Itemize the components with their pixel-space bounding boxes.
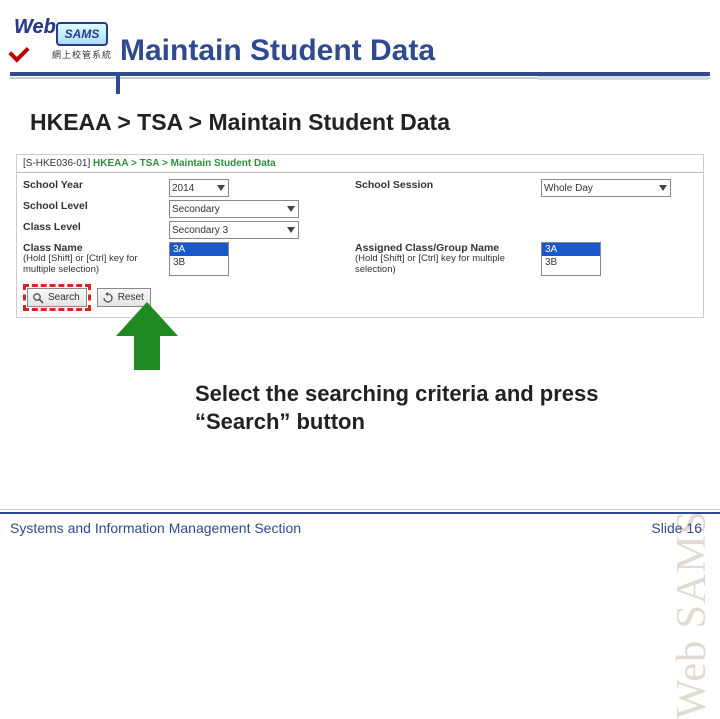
assigned-name-hint: (Hold [Shift] or [Ctrl] key for multiple…	[355, 254, 535, 276]
school-level-select[interactable]: Secondary	[169, 200, 299, 218]
search-icon	[32, 292, 44, 304]
class-level-select[interactable]: Secondary 3	[169, 221, 299, 239]
app-screenshot: [S-HKE036-01] HKEAA > TSA > Maintain Stu…	[16, 154, 704, 318]
instruction-text: Select the searching criteria and press …	[195, 380, 660, 435]
label-school-session: School Session	[355, 179, 535, 191]
logo-word-web: Web	[14, 16, 56, 39]
list-item[interactable]: 3B	[542, 256, 600, 269]
app-breadcrumb: [S-HKE036-01] HKEAA > TSA > Maintain Stu…	[17, 155, 703, 172]
logo-subtitle: 網上校管系統	[52, 48, 112, 61]
header-tick-mark	[116, 72, 120, 94]
school-year-select[interactable]: 2014	[169, 179, 229, 197]
label-school-year: School Year	[23, 179, 163, 191]
watermark: Web SAMS	[668, 510, 716, 719]
app-path: HKEAA > TSA > Maintain Student Data	[93, 158, 276, 169]
header-divider	[0, 72, 720, 79]
check-icon	[8, 41, 29, 62]
page-title: Maintain Student Data	[120, 34, 435, 72]
label-school-level: School Level	[23, 200, 163, 212]
footer-right: Slide 16	[651, 520, 702, 536]
class-name-listbox[interactable]: 3A 3B	[169, 242, 229, 276]
websams-logo: Web SAMS 網上校管系統	[10, 16, 112, 66]
list-item[interactable]: 3A	[170, 243, 228, 256]
school-session-select[interactable]: Whole Day	[541, 179, 671, 197]
footer-left: Systems and Information Management Secti…	[10, 520, 301, 536]
search-button[interactable]: Search	[27, 288, 87, 307]
footer: Systems and Information Management Secti…	[0, 512, 720, 536]
class-name-hint: (Hold [Shift] or [Ctrl] key for multiple…	[23, 254, 163, 276]
search-button-label: Search	[48, 292, 80, 303]
list-item[interactable]: 3B	[170, 256, 228, 269]
label-class-level: Class Level	[23, 221, 163, 233]
screen-code: [S-HKE036-01]	[23, 158, 90, 169]
search-highlight-box: Search	[23, 284, 91, 311]
logo-word-sams: SAMS	[56, 22, 108, 46]
breadcrumb: HKEAA > TSA > Maintain Student Data	[0, 79, 720, 146]
list-item[interactable]: 3A	[542, 243, 600, 256]
assigned-name-listbox[interactable]: 3A 3B	[541, 242, 601, 276]
up-arrow-icon	[112, 300, 182, 372]
